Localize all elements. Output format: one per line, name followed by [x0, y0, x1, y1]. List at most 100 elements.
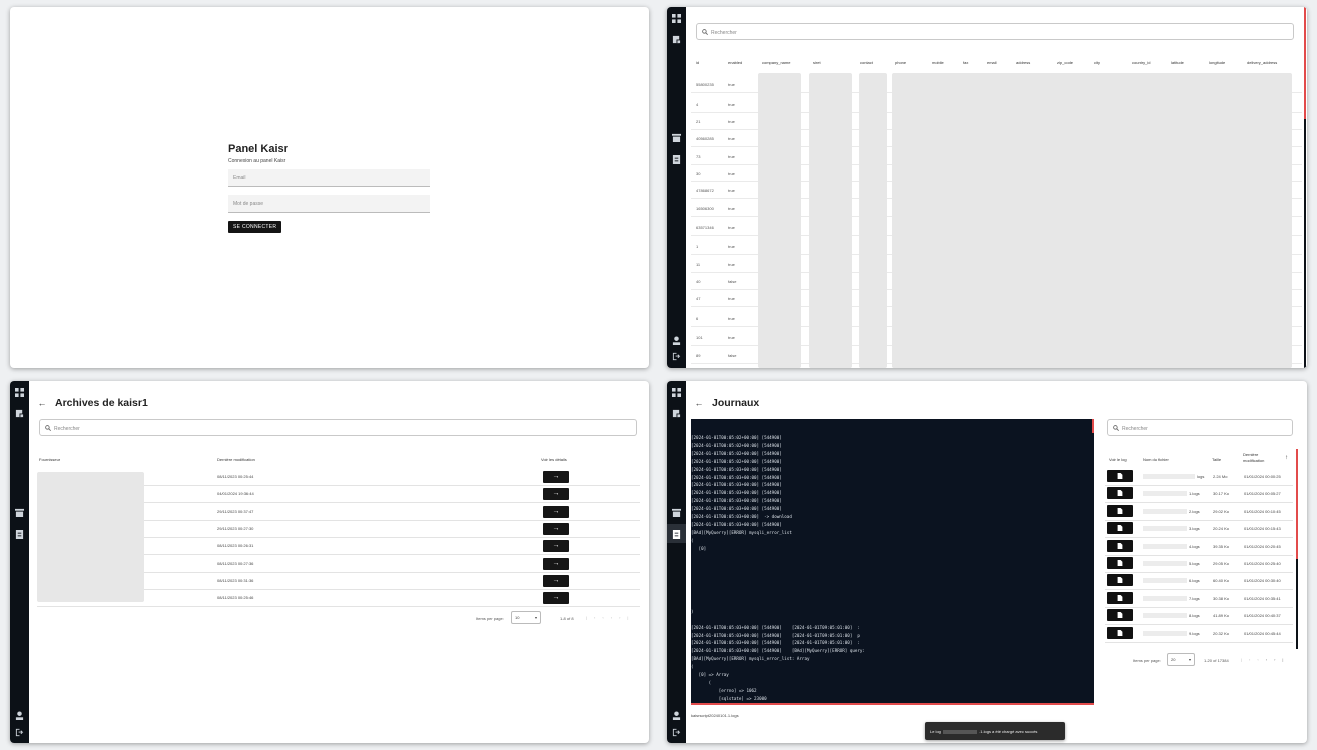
scrollbar-track[interactable] [1304, 119, 1306, 368]
toast-label: Le log [930, 729, 941, 734]
view-details-button[interactable]: → [543, 574, 569, 587]
view-details-button[interactable]: → [543, 522, 569, 535]
cell-size: 20.32 Ko [1213, 630, 1230, 636]
cell-id: 4 [696, 102, 699, 107]
cell-filename: 3.logs [1189, 526, 1200, 532]
col-filename: Nom du fichier [1143, 457, 1169, 462]
cell-size: 39.35 Ko [1213, 543, 1230, 549]
view-log-button[interactable] [1107, 487, 1133, 500]
prev-page-icon[interactable]: ‹ [602, 615, 610, 620]
archive-icon[interactable] [672, 133, 681, 142]
items-per-page-value: 10 [515, 615, 520, 620]
dashboard-icon[interactable] [672, 14, 681, 23]
back-arrow-icon[interactable]: ← [694, 398, 704, 408]
cell-id: 40 [696, 279, 701, 284]
file-icon [1117, 507, 1123, 514]
view-log-button[interactable] [1107, 470, 1133, 482]
logout-icon[interactable] [672, 728, 681, 737]
view-log-button[interactable] [1107, 591, 1133, 604]
row-divider [1105, 554, 1293, 556]
view-details-button[interactable]: → [543, 592, 569, 605]
cell-size: 30.17 Ko [1213, 491, 1230, 497]
journaux-search-input[interactable]: Rechercher [1107, 419, 1293, 436]
database-icon[interactable] [672, 409, 681, 418]
prev-page-icon[interactable]: ‹ [1257, 657, 1265, 662]
cell-last-modified: 04/01/2024 19:36:44 [217, 491, 254, 497]
view-details-button[interactable]: → [543, 471, 569, 483]
cell-id: 30 [696, 171, 701, 176]
redacted-filename [1143, 491, 1187, 497]
log-scrollbar-thumb[interactable] [1092, 419, 1094, 433]
view-log-button[interactable] [1107, 609, 1133, 622]
account-icon[interactable] [15, 711, 24, 720]
first-page-icon[interactable]: |‹ [586, 615, 602, 620]
database-icon[interactable] [672, 35, 681, 44]
sort-arrow-up-icon[interactable]: ↑ [1285, 455, 1288, 461]
cell-last-modified: 08/11/2023 00:27:36 [217, 560, 254, 566]
back-arrow-icon[interactable]: ← [37, 398, 47, 408]
pagination-range: 1-20 of 17384 [1204, 658, 1229, 663]
view-log-button[interactable] [1107, 574, 1133, 587]
col-size: Taille [1212, 457, 1222, 462]
cell-id: 1 [696, 244, 699, 249]
col-last-modified[interactable]: Dernière modification [1243, 452, 1275, 464]
search-icon [1113, 425, 1119, 431]
next-page-icon[interactable]: › [1266, 657, 1274, 662]
journal-icon[interactable] [672, 155, 681, 164]
redacted-filename [1143, 630, 1187, 636]
view-log-button[interactable] [1107, 522, 1133, 535]
next-page-icon[interactable]: › [611, 615, 619, 620]
log-viewer[interactable]: [2024-01-01T00:05:02+00:00] [544900] [202… [691, 419, 1094, 705]
file-icon [1117, 594, 1123, 601]
pagination-range: 1-8 of 8 [560, 616, 574, 621]
email-field[interactable]: Email [228, 169, 430, 187]
archives-search-input[interactable]: Rechercher [39, 419, 637, 436]
log-line: [0] [691, 545, 707, 551]
files-scrollbar-thumb[interactable] [1296, 449, 1298, 559]
login-button[interactable]: SE CONNECTER [228, 221, 282, 233]
pagination-controls[interactable]: |‹‹››| [586, 615, 635, 620]
view-log-button[interactable] [1107, 539, 1133, 552]
login-title: Panel Kaisr [228, 143, 288, 155]
view-details-button[interactable]: → [543, 540, 569, 553]
log-hscrollbar[interactable] [691, 703, 1094, 705]
first-page-icon[interactable]: |‹ [1241, 657, 1257, 662]
cell-enabled: true [728, 296, 735, 301]
database-icon[interactable] [15, 409, 24, 418]
items-per-page-select[interactable]: 10 ▾ [511, 611, 541, 624]
log-filename: kaisrscript20240101.1.logs [691, 713, 739, 718]
last-page-icon[interactable]: ›| [1274, 657, 1290, 662]
last-page-icon[interactable]: ›| [619, 615, 635, 620]
dashboard-icon[interactable] [15, 388, 24, 397]
journal-icon[interactable] [672, 530, 681, 539]
journal-icon[interactable] [15, 530, 24, 539]
view-log-button[interactable] [1107, 504, 1133, 517]
col-last-modified-label: Dernière modification [1243, 452, 1265, 463]
search-placeholder: Rechercher [1122, 426, 1148, 432]
log-line: ) [691, 608, 694, 614]
cell-size: 20.24 Ko [1213, 526, 1230, 532]
account-icon[interactable] [672, 336, 681, 345]
view-log-button[interactable] [1107, 557, 1133, 569]
journaux-panel: ← Journaux [2024-01-01T00:05:02+00:00] [… [667, 381, 1307, 743]
view-details-button[interactable]: → [543, 505, 569, 518]
view-details-button[interactable]: → [543, 557, 569, 570]
files-scrollbar-track[interactable] [1296, 559, 1298, 649]
scrollbar-thumb[interactable] [1304, 7, 1306, 119]
logout-icon[interactable] [15, 728, 24, 737]
pagination-controls[interactable]: |‹‹››| [1241, 657, 1290, 662]
view-details-button[interactable]: → [543, 488, 569, 501]
account-icon[interactable] [672, 711, 681, 720]
companies-search-input[interactable]: Rechercher [696, 23, 1294, 40]
items-per-page-select[interactable]: 20 ▾ [1167, 653, 1195, 666]
row-divider [1105, 624, 1293, 626]
row-divider [1105, 589, 1293, 591]
password-field[interactable]: Mot de passe [228, 195, 430, 213]
view-log-button[interactable] [1107, 626, 1133, 639]
dashboard-icon[interactable] [672, 388, 681, 397]
archive-icon[interactable] [672, 508, 681, 517]
logout-icon[interactable] [672, 352, 681, 361]
archive-icon[interactable] [15, 508, 24, 517]
log-line: [2024-01-01T00:05:03+00:00] [544900] [691, 498, 782, 504]
page-title: Journaux [712, 397, 760, 409]
